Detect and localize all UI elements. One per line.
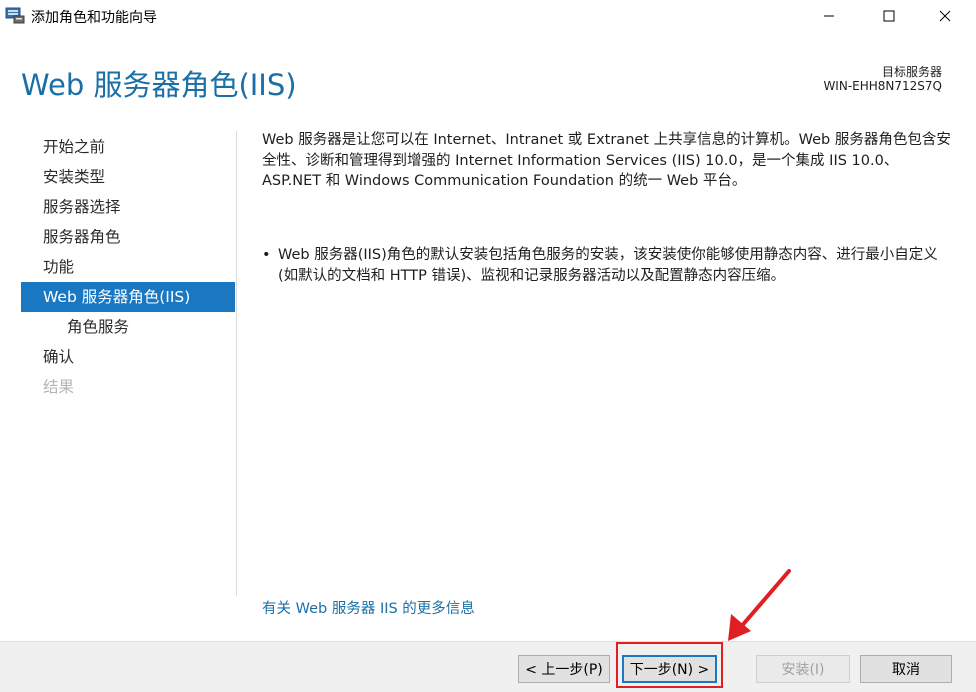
maximize-icon [883, 7, 895, 26]
close-button[interactable] [922, 0, 968, 32]
more-info-link[interactable]: 有关 Web 服务器 IIS 的更多信息 [262, 597, 475, 618]
bullet-icon: • [262, 247, 271, 263]
nav-item-before-you-begin[interactable]: 开始之前 [21, 132, 235, 162]
destination-server-label: 目标服务器 [881, 65, 942, 79]
server-manager-icon [5, 6, 25, 24]
window-title: 添加角色和功能向导 [31, 10, 157, 26]
previous-button[interactable]: < 上一步(P) [518, 655, 610, 683]
page-title: Web 服务器角色(IIS) [21, 68, 297, 102]
close-icon [939, 7, 951, 26]
role-description: Web 服务器是让您可以在 Internet、Intranet 或 Extran… [262, 132, 951, 189]
nav-item-role-services[interactable]: 角色服务 [21, 312, 235, 342]
nav-item-server-selection[interactable]: 服务器选择 [21, 192, 235, 222]
wizard-footer: < 上一步(P) 下一步(N) > 安装(I) 取消 [0, 641, 976, 692]
destination-server-name: WIN-EHH8N712S7Q [823, 79, 942, 93]
nav-item-web-server-role[interactable]: Web 服务器角色(IIS) [21, 282, 235, 312]
cancel-button[interactable]: 取消 [860, 655, 952, 683]
nav-divider [236, 131, 237, 596]
minimize-button[interactable] [806, 0, 852, 32]
maximize-button[interactable] [866, 0, 912, 32]
minimize-icon [823, 7, 835, 26]
title-bar: 添加角色和功能向导 [0, 0, 976, 32]
role-bullet-item: • Web 服务器(IIS)角色的默认安装包括角色服务的安装，该安装使你能够使用… [262, 245, 952, 286]
nav-item-server-roles[interactable]: 服务器角色 [21, 222, 235, 252]
next-button-highlight [616, 642, 723, 688]
install-button: 安装(I) [756, 655, 850, 683]
bullet-text: Web 服务器(IIS)角色的默认安装包括角色服务的安装，该安装使你能够使用静态… [278, 247, 938, 284]
nav-item-installation-type[interactable]: 安装类型 [21, 162, 235, 192]
wizard-steps-nav: 开始之前 安装类型 服务器选择 服务器角色 功能 Web 服务器角色(IIS) … [21, 132, 235, 402]
nav-item-results: 结果 [43, 378, 75, 396]
nav-item-features[interactable]: 功能 [21, 252, 235, 282]
nav-item-confirmation[interactable]: 确认 [21, 342, 235, 372]
